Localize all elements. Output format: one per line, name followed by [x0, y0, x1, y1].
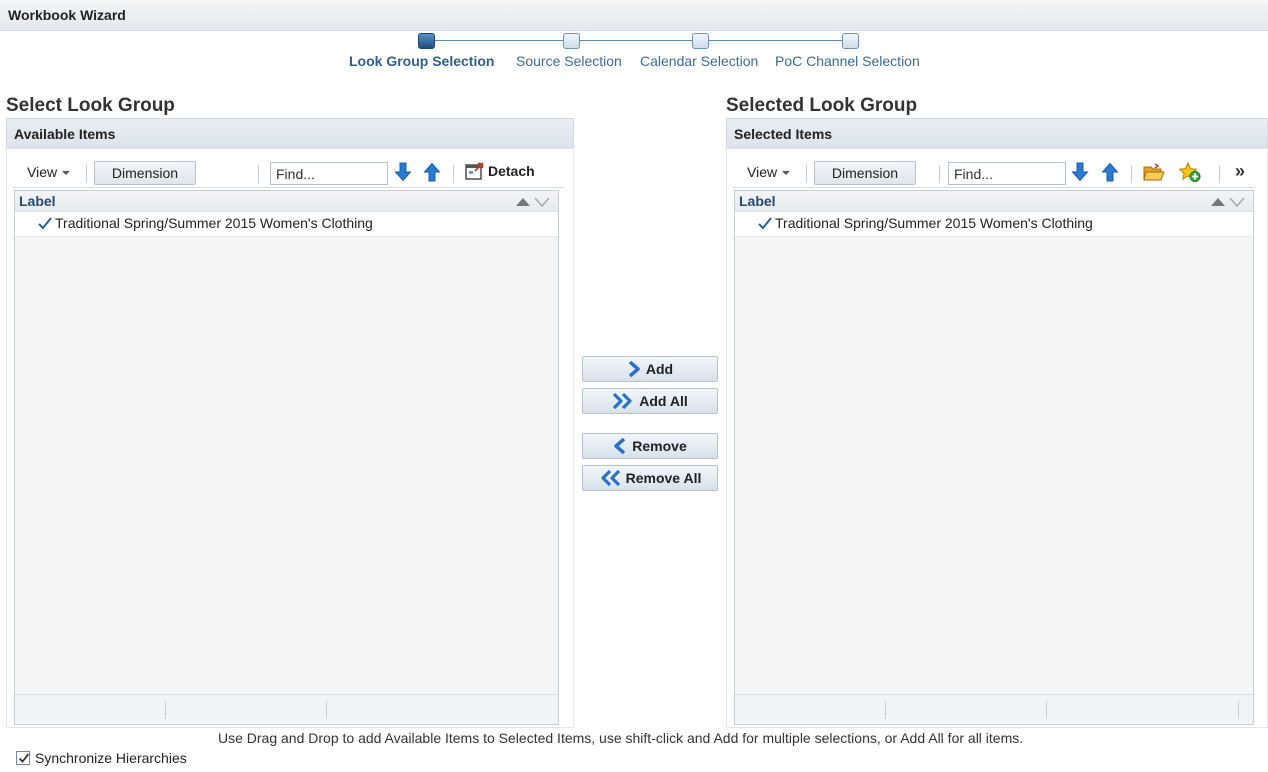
- open-folder-icon[interactable]: [1143, 163, 1165, 185]
- checkmark-icon: [758, 217, 772, 229]
- detach-icon: [465, 162, 484, 180]
- footer-separator: [165, 701, 166, 719]
- list-item-label: Traditional Spring/Summer 2015 Women's C…: [775, 215, 1093, 231]
- chevron-down-icon: [782, 171, 791, 176]
- grid-header: Label: [15, 191, 558, 212]
- double-chevron-right-icon: [613, 392, 632, 410]
- toolbar-separator: [86, 165, 87, 183]
- checkmark-icon: [18, 753, 30, 763]
- list-item-label: Traditional Spring/Summer 2015 Women's C…: [55, 215, 373, 231]
- train-label-calendar[interactable]: Calendar Selection: [640, 53, 758, 69]
- toolbar-separator: [806, 165, 807, 183]
- footer-separator: [885, 701, 886, 719]
- train-label-look-group[interactable]: Look Group Selection: [349, 53, 494, 69]
- arrow-up-icon[interactable]: [423, 162, 441, 185]
- selected-items-panel: View Dimension »: [726, 148, 1268, 728]
- train-stop-source[interactable]: [563, 33, 580, 49]
- chevron-left-icon: [614, 437, 626, 455]
- right-view-menu[interactable]: View: [747, 164, 791, 180]
- list-item[interactable]: Traditional Spring/Summer 2015 Women's C…: [735, 212, 1253, 237]
- label-column-header[interactable]: Label: [19, 193, 56, 209]
- selected-items-grid: Label Traditional Spring/Summer 2015 Wom…: [734, 190, 1254, 725]
- right-find-input[interactable]: [948, 162, 1066, 185]
- train-stop-calendar[interactable]: [692, 33, 709, 49]
- instructions-text: Use Drag and Drop to add Available Items…: [218, 730, 1024, 746]
- train-connector: [434, 40, 850, 41]
- window-title: Workbook Wizard: [8, 7, 126, 23]
- train-label-source[interactable]: Source Selection: [516, 53, 622, 69]
- chevron-right-icon: [628, 360, 640, 378]
- toolbar-separator: [1131, 165, 1132, 183]
- arrow-down-icon[interactable]: [394, 162, 412, 185]
- right-heading: Selected Look Group: [726, 95, 918, 116]
- synchronize-hierarchies-checkbox[interactable]: Synchronize Hierarchies: [16, 750, 187, 766]
- left-find-input[interactable]: [270, 162, 388, 185]
- grid-footer: [15, 694, 558, 724]
- selected-items-title: Selected Items: [734, 126, 833, 142]
- toolbar-separator: [939, 165, 940, 183]
- train-label-poc-channel[interactable]: PoC Channel Selection: [775, 53, 920, 69]
- overflow-chevron[interactable]: »: [1235, 161, 1245, 182]
- left-view-menu[interactable]: View: [27, 164, 71, 180]
- double-chevron-left-icon: [601, 469, 620, 487]
- detach-button[interactable]: Detach: [465, 162, 535, 180]
- right-dimension-button[interactable]: Dimension: [814, 161, 916, 185]
- footer-separator: [326, 701, 327, 719]
- left-toolbar: View Dimension Detach: [13, 158, 565, 188]
- grid-footer: [735, 694, 1253, 724]
- checkmark-icon: [38, 217, 52, 229]
- available-items-title: Available Items: [14, 126, 116, 142]
- remove-button[interactable]: Remove: [582, 433, 718, 459]
- sort-icon[interactable]: [514, 195, 550, 207]
- checkbox-box[interactable]: [16, 751, 30, 765]
- footer-separator: [1238, 701, 1239, 719]
- toolbar-separator: [258, 165, 259, 183]
- synchronize-hierarchies-label: Synchronize Hierarchies: [35, 750, 187, 766]
- add-all-button[interactable]: Add All: [582, 388, 718, 414]
- arrow-down-icon[interactable]: [1071, 162, 1089, 185]
- train-stop-poc-channel[interactable]: [842, 33, 859, 49]
- chevron-down-icon: [62, 171, 71, 176]
- train-stop-look-group[interactable]: [418, 33, 435, 49]
- toolbar-separator: [1219, 165, 1220, 183]
- window-titlebar: Workbook Wizard: [0, 0, 1268, 31]
- remove-all-button[interactable]: Remove All: [582, 465, 718, 491]
- sort-icon[interactable]: [1209, 195, 1245, 207]
- add-button[interactable]: Add: [582, 356, 718, 382]
- available-items-header: Available Items: [6, 118, 574, 148]
- toolbar-separator: [453, 165, 454, 183]
- left-heading: Select Look Group: [6, 95, 175, 116]
- list-item[interactable]: Traditional Spring/Summer 2015 Women's C…: [15, 212, 558, 237]
- available-items-panel: View Dimension Detach Label: [6, 148, 574, 728]
- label-column-header[interactable]: Label: [739, 193, 776, 209]
- arrow-up-icon[interactable]: [1101, 162, 1119, 185]
- footer-separator: [1046, 701, 1047, 719]
- grid-header: Label: [735, 191, 1253, 212]
- available-items-grid: Label Traditional Spring/Summer 2015 Wom…: [14, 190, 559, 725]
- right-toolbar: View Dimension »: [733, 158, 1255, 188]
- selected-items-header: Selected Items: [726, 118, 1268, 148]
- star-add-icon[interactable]: [1178, 161, 1201, 185]
- left-dimension-button[interactable]: Dimension: [94, 161, 196, 185]
